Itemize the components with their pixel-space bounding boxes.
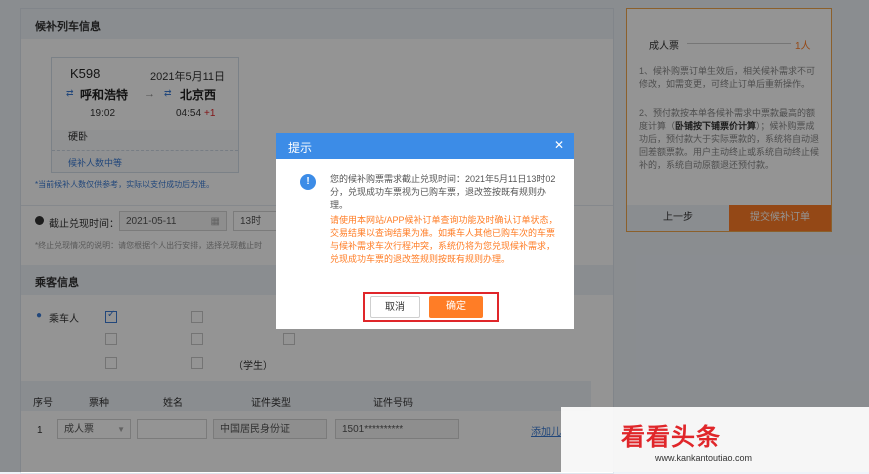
watermark: 看看头条 www.kankantoutiao.com <box>561 407 869 472</box>
confirm-button[interactable]: 确定 <box>429 296 483 318</box>
dialog-message: 您的候补购票需求截止兑现时间：2021年5月11日13时02分，兑现成功车票视为… <box>330 174 556 210</box>
dialog-header: 提示 ✕ <box>276 133 574 159</box>
info-icon: ! <box>300 174 316 190</box>
close-icon[interactable]: ✕ <box>554 138 564 152</box>
cancel-button[interactable]: 取消 <box>370 296 420 318</box>
confirm-dialog: 提示 ✕ ! 您的候补购票需求截止兑现时间：2021年5月11日13时02分，兑… <box>276 133 574 329</box>
watermark-brand: 看看头条 <box>621 424 721 451</box>
watermark-url: www.kankantoutiao.com <box>655 453 753 463</box>
dialog-title: 提示 <box>288 141 313 155</box>
dialog-warning: 请使用本网站/APP候补订单查询功能及时确认订单状态，交易结果以查询结果为准。如… <box>330 215 558 264</box>
